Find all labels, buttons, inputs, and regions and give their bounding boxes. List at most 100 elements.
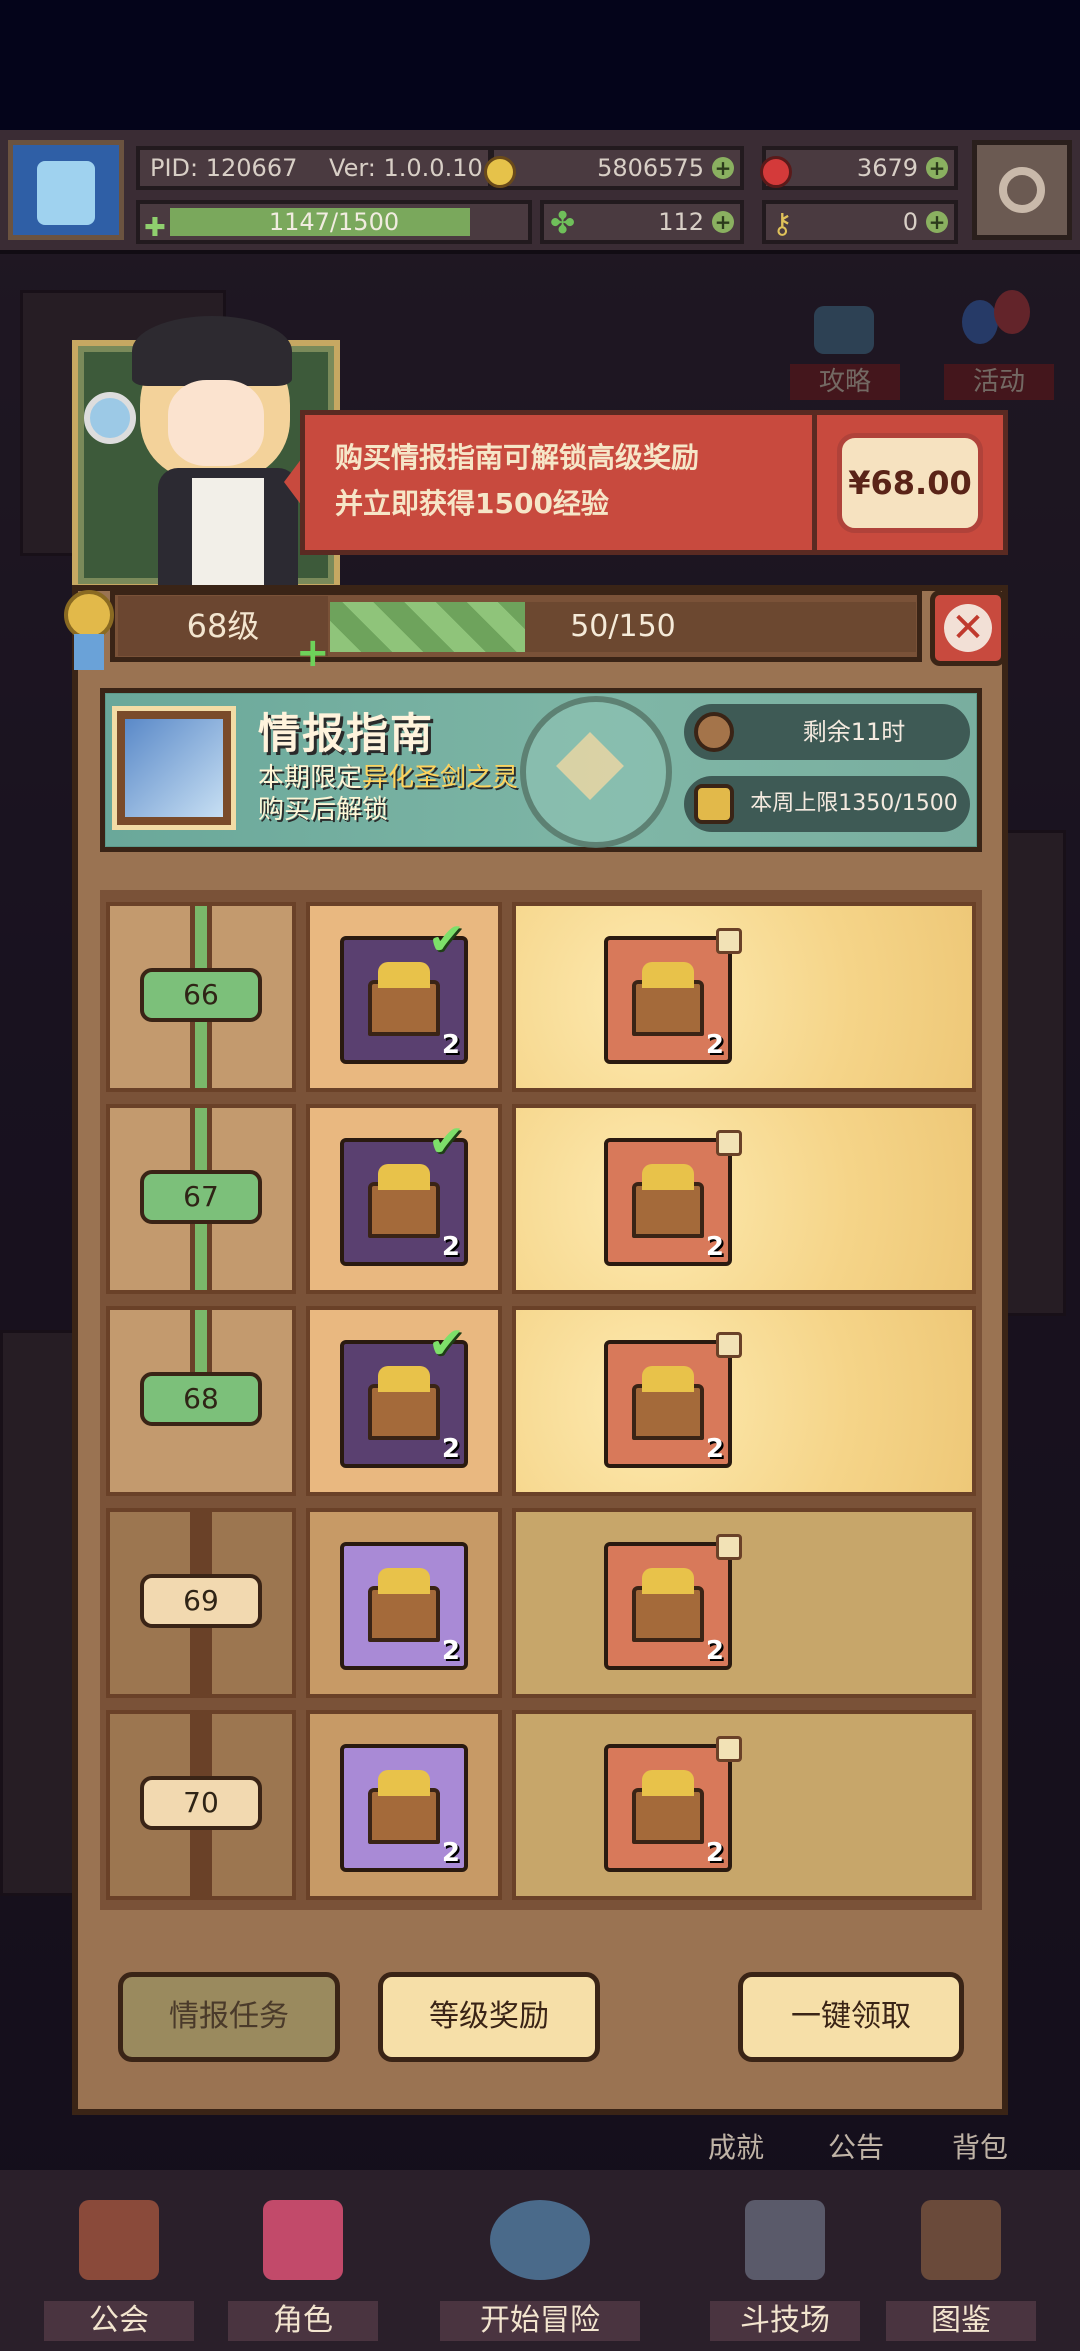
add-gold-icon[interactable]: + xyxy=(712,157,734,179)
add-gem-icon[interactable]: + xyxy=(926,157,948,179)
character-face xyxy=(168,380,264,466)
reward-quantity: 2 xyxy=(705,1232,724,1262)
backpack-label[interactable]: 背包 xyxy=(952,2126,1008,2166)
magnifier-icon xyxy=(84,392,136,444)
row-level-column: 67 xyxy=(106,1104,296,1294)
nav-arena-label: 斗技场 xyxy=(710,2301,860,2341)
free-reward-cell[interactable]: 2 ✔ xyxy=(306,902,502,1092)
reward-row: 69 2 2 xyxy=(106,1508,976,1698)
nav-guild[interactable]: 公会 xyxy=(44,2190,194,2351)
chest-icon xyxy=(632,962,704,1036)
guide-title: 情报指南 xyxy=(258,709,435,758)
settings-button[interactable] xyxy=(972,140,1072,240)
row-level-badge: 69 xyxy=(140,1574,262,1628)
free-reward-chest[interactable]: 2 xyxy=(340,1542,468,1670)
price-button-frame: ¥68.00 xyxy=(812,410,1008,555)
add-key-icon[interactable]: + xyxy=(926,211,948,233)
achievement-label[interactable]: 成就 xyxy=(708,2126,764,2166)
reward-quantity: 2 xyxy=(441,1434,460,1464)
compass-star xyxy=(556,732,624,800)
nav-arena[interactable]: 斗技场 xyxy=(710,2190,860,2351)
trophy-icon xyxy=(694,784,734,824)
gold-pile xyxy=(378,1568,430,1594)
claimed-check-icon: ✔ xyxy=(428,1116,465,1167)
key-bar: ⚷ 0 + xyxy=(762,200,958,244)
character-icon xyxy=(263,2200,343,2280)
paid-reward-cell[interactable]: 2 xyxy=(512,1710,976,1900)
level-rewards-button[interactable]: 等级奖励 xyxy=(378,1972,600,2062)
free-reward-cell[interactable]: 2 xyxy=(306,1710,502,1900)
reward-quantity: 2 xyxy=(705,1838,724,1868)
paid-reward-chest[interactable]: 2 xyxy=(604,936,732,1064)
chest-icon xyxy=(632,1164,704,1238)
intel-tasks-button[interactable]: 情报任务 xyxy=(118,1972,340,2062)
claimed-check-icon: ✔ xyxy=(428,914,465,965)
gold-pile xyxy=(378,1366,430,1392)
chest-icon xyxy=(368,1568,440,1642)
clover-value: 112 xyxy=(658,208,704,236)
add-xp-icon[interactable]: + xyxy=(296,633,330,673)
notice-label[interactable]: 公告 xyxy=(828,2126,884,2166)
nav-start-adventure[interactable]: 开始冒险 xyxy=(440,2190,640,2351)
book-icon xyxy=(921,2200,1001,2280)
nav-character-label: 角色 xyxy=(228,2301,378,2341)
paid-reward-chest[interactable]: 2 xyxy=(604,1340,732,1468)
lock-icon xyxy=(716,1332,742,1358)
paid-reward-cell[interactable]: 2 xyxy=(512,1508,976,1698)
paid-reward-chest[interactable]: 2 xyxy=(604,1744,732,1872)
time-left-pill: 剩余11时 xyxy=(684,704,970,760)
free-reward-cell[interactable]: 2 xyxy=(306,1508,502,1698)
reward-quantity: 2 xyxy=(705,1434,724,1464)
row-level-badge: 68 xyxy=(140,1372,262,1426)
reward-row: 67 2 ✔ 2 xyxy=(106,1104,976,1294)
purchase-banner: 购买情报指南可解锁高级奖励 并立即获得1500经验 xyxy=(300,410,820,555)
free-reward-chest[interactable]: 2 xyxy=(340,1744,468,1872)
claim-all-button[interactable]: 一键领取 xyxy=(738,1972,964,2062)
nav-start-label: 开始冒险 xyxy=(440,2301,640,2341)
character-hat xyxy=(132,316,292,386)
free-reward-cell[interactable]: 2 ✔ xyxy=(306,1306,502,1496)
gold-bar: 5806575 + xyxy=(484,146,744,190)
banner-line-2: 并立即获得1500经验 xyxy=(335,487,609,520)
paid-reward-cell[interactable]: 2 xyxy=(512,1306,976,1496)
close-icon: ✕ xyxy=(944,604,992,652)
clover-bar: ✤ 112 + xyxy=(540,200,744,244)
guide-sub-line2: 购买后解锁 xyxy=(258,795,389,825)
row-level-column: 70 xyxy=(106,1710,296,1900)
reward-quantity: 2 xyxy=(705,1636,724,1666)
paid-reward-cell[interactable]: 2 xyxy=(512,902,976,1092)
weekly-cap-pill: 本周上限1350/1500 xyxy=(684,776,970,832)
nav-character[interactable]: 角色 xyxy=(228,2190,378,2351)
weekly-cap-text: 本周上限1350/1500 xyxy=(750,791,958,816)
gold-pile xyxy=(642,1770,694,1796)
paid-reward-chest[interactable]: 2 xyxy=(604,1138,732,1266)
guide-sub-highlight: 异化圣剑之灵 xyxy=(362,763,519,793)
gold-value: 5806575 xyxy=(597,154,704,182)
reward-row: 66 2 ✔ 2 xyxy=(106,902,976,1092)
nav-codex[interactable]: 图鉴 xyxy=(886,2190,1036,2351)
paid-reward-cell[interactable]: 2 xyxy=(512,1104,976,1294)
close-button[interactable]: ✕ xyxy=(930,590,1006,666)
banner-line-1: 购买情报指南可解锁高级奖励 xyxy=(335,441,700,474)
time-left-text: 剩余11时 xyxy=(802,718,906,746)
hero-portrait xyxy=(125,719,223,817)
gold-pile xyxy=(642,1366,694,1392)
medal-ribbon xyxy=(74,634,104,670)
paid-reward-chest[interactable]: 2 xyxy=(604,1542,732,1670)
lock-icon xyxy=(716,1534,742,1560)
row-level-badge: 70 xyxy=(140,1776,262,1830)
gold-pile xyxy=(642,1164,694,1190)
reward-row: 70 2 2 xyxy=(106,1710,976,1900)
row-level-column: 66 xyxy=(106,902,296,1092)
chest-icon xyxy=(632,1770,704,1844)
reward-quantity: 2 xyxy=(441,1232,460,1262)
free-reward-cell[interactable]: 2 ✔ xyxy=(306,1104,502,1294)
add-clover-icon[interactable]: + xyxy=(712,211,734,233)
chest-icon xyxy=(632,1366,704,1440)
crossed-swords-icon xyxy=(745,2200,825,2280)
exp-plus-icon: ✚ xyxy=(144,213,166,243)
price-button[interactable]: ¥68.00 xyxy=(837,433,983,533)
lock-icon xyxy=(716,1130,742,1156)
gold-pile xyxy=(378,1770,430,1796)
player-avatar[interactable] xyxy=(8,140,124,240)
